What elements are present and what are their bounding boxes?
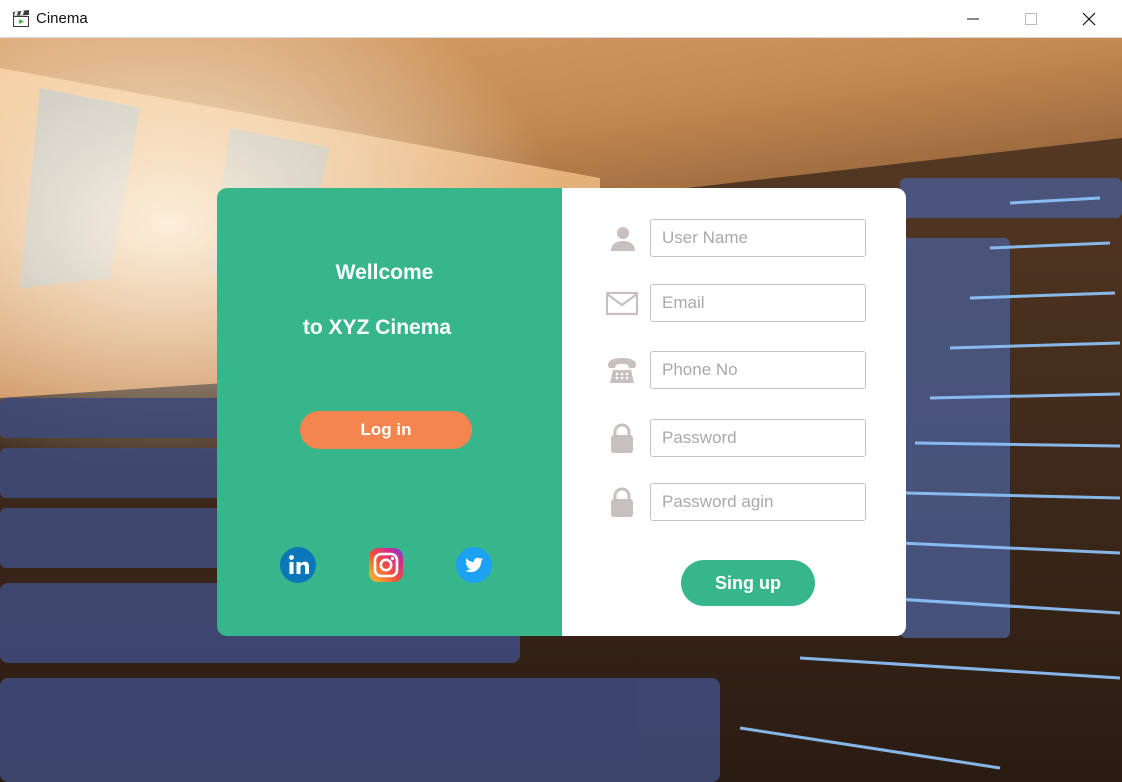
login-button[interactable]: Log in	[300, 411, 472, 449]
minimize-button[interactable]	[950, 0, 996, 38]
maximize-icon	[1025, 13, 1037, 25]
window-title-bar: Cinema	[0, 0, 1122, 38]
linkedin-link[interactable]	[280, 547, 316, 583]
clapperboard-icon	[13, 10, 29, 27]
welcome-panel: Wellcome to XYZ Cinema Log in	[217, 188, 562, 636]
password-input[interactable]	[650, 419, 866, 457]
phone-input[interactable]	[650, 351, 866, 389]
close-button[interactable]	[1066, 0, 1112, 38]
lock-icon	[611, 487, 633, 517]
signup-panel: Sing up	[562, 188, 906, 636]
maximize-button[interactable]	[1008, 0, 1054, 38]
linkedin-icon	[280, 547, 316, 583]
envelope-icon	[605, 291, 639, 316]
instagram-link[interactable]	[368, 547, 404, 583]
password-again-input[interactable]	[650, 483, 866, 521]
minimize-icon	[967, 18, 979, 20]
twitter-link[interactable]	[456, 547, 492, 583]
user-icon	[611, 227, 635, 251]
welcome-subheading: to XYZ Cinema	[302, 316, 452, 339]
signup-button[interactable]: Sing up	[681, 560, 815, 606]
telephone-icon	[608, 358, 636, 383]
welcome-heading: Wellcome	[335, 261, 434, 284]
instagram-icon	[369, 548, 403, 582]
window-title: Cinema	[36, 10, 88, 27]
email-input[interactable]	[650, 284, 866, 322]
close-icon	[1082, 12, 1096, 26]
username-input[interactable]	[650, 219, 866, 257]
twitter-icon	[456, 547, 492, 583]
lock-icon	[611, 423, 633, 453]
